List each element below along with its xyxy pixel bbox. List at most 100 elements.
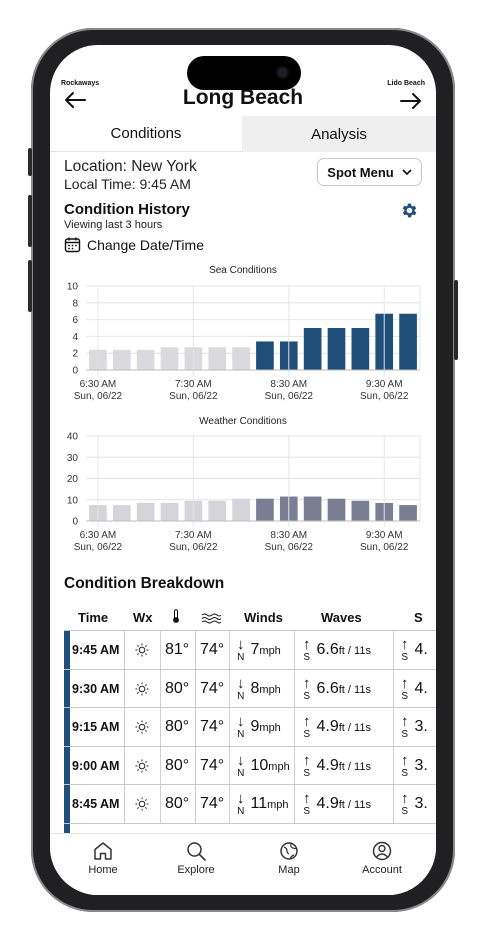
local-time-label: Local Time: (64, 176, 136, 192)
table-row[interactable]: 9:00 AM 80° 74° ↓ N 10mph ↑ S 4.9ft / 11s ↑ S 3. (64, 745, 436, 785)
weather-chart-title: Weather Conditions (199, 416, 287, 427)
y-tick-label: 30 (67, 453, 79, 464)
row-air-temp: 80° (165, 795, 190, 812)
nav-account[interactable]: Account (347, 840, 417, 876)
table-row[interactable]: 8:45 AM 80° 74° ↓ N 11mph ↑ S 4.9ft / 11s ↑ S 3. (64, 784, 436, 823)
row-swell-value: 3. (414, 756, 428, 774)
phone-volume-down-button (28, 260, 32, 312)
nav-home[interactable]: Home (68, 840, 138, 876)
row-water-temp: 74° (200, 641, 225, 658)
row-wave: ↑ S 4.9ft / 11s (303, 708, 371, 746)
wave-arrow-up-icon: ↑ (303, 674, 311, 692)
col-divider (294, 708, 295, 746)
chart-bar (351, 500, 370, 521)
row-air-temp: 81° (165, 641, 190, 658)
col-divider (160, 708, 161, 746)
col-divider (160, 631, 161, 669)
local-time-value: 9:45 AM (139, 176, 191, 192)
row-wind-unit: mph (259, 683, 281, 696)
chart-bar (136, 349, 155, 370)
nav-account-label: Account (362, 864, 402, 876)
change-date-time-label: Change Date/Time (87, 236, 204, 253)
y-tick-label: 8 (72, 298, 78, 309)
col-winds-header: Winds (244, 610, 283, 625)
row-wave-dir: S (303, 690, 311, 702)
x-tick-date: Sun, 06/22 (265, 391, 314, 402)
row-swell-value: 4. (414, 679, 428, 697)
wind-arrow-down-icon: ↓ (237, 674, 245, 692)
nav-map-label: Map (278, 864, 300, 876)
chart-bar (399, 313, 417, 370)
row-swell-dir: S (401, 729, 409, 740)
row-wave-unit: ft / 11s (338, 683, 371, 696)
change-date-time-button[interactable]: Change Date/Time (64, 236, 204, 253)
row-wave-height: 4.9 (316, 795, 339, 812)
swell-arrow-up-icon: ↑ (401, 751, 409, 769)
row-water-temp: 74° (200, 718, 225, 735)
row-wind: ↓ N 11mph (237, 785, 289, 823)
table-row[interactable]: 9:15 AM 80° 74° ↓ N 9mph ↑ S 4.9ft / 11s ↑ S 3. (64, 707, 436, 746)
chart-bar (256, 341, 274, 370)
col-divider (124, 669, 125, 708)
y-tick-label: 6 (72, 315, 78, 326)
col-divider (195, 708, 196, 746)
nav-map[interactable]: Map (254, 840, 324, 876)
chart-bar (399, 505, 417, 521)
y-tick-label: 4 (72, 332, 78, 343)
search-icon (187, 842, 206, 861)
phone-power-button (454, 280, 458, 360)
col-divider (160, 785, 161, 823)
chart-bar (303, 496, 322, 521)
swell-arrow-up-icon: ↑ (401, 790, 409, 807)
swell-arrow-up-icon: ↑ (401, 674, 409, 692)
settings-gear-icon[interactable] (400, 201, 419, 225)
x-tick-label: 9:30 AM (366, 379, 403, 390)
row-wave-dir: S (303, 806, 311, 817)
table-row[interactable]: 9:45 AM 81° 74° ↓ N 7mph ↑ S 6.6ft / 11s ↑ S 4. (64, 630, 436, 669)
x-tick-label: 7:30 AM (175, 379, 212, 390)
y-tick-label: 40 (67, 432, 79, 443)
wave-arrow-up-icon: ↑ (303, 636, 311, 653)
row-air-temp: 80° (165, 679, 190, 697)
nav-explore[interactable]: Explore (161, 840, 231, 876)
map-icon (280, 842, 298, 860)
row-swell: ↑ S 3. (401, 708, 428, 746)
chart-bar (232, 347, 250, 370)
row-swell-dir: S (401, 806, 409, 817)
col-divider (229, 785, 230, 823)
row-wave: ↑ S 6.6ft / 11s (303, 631, 371, 669)
col-divider (393, 631, 394, 669)
chart-bar (256, 498, 274, 521)
tab-conditions[interactable]: Conditions (50, 116, 242, 152)
table-row[interactable]: 9:30 AM 80° 74° ↓ N 8mph ↑ S 6.6ft / 11s ↑ S 4. (64, 668, 436, 708)
y-tick-label: 20 (67, 474, 79, 485)
phone-action-button (28, 148, 32, 176)
x-tick-label: 6:30 AM (80, 379, 117, 390)
col-divider (393, 669, 394, 708)
wind-arrow-down-icon: ↓ (237, 790, 245, 807)
wave-arrow-up-icon: ↑ (303, 790, 311, 807)
row-swell-dir: S (401, 652, 409, 663)
sun-icon (135, 708, 149, 746)
row-air-temp: 80° (165, 756, 190, 774)
col-divider (195, 669, 196, 708)
row-wave-unit: ft / 11s (338, 722, 371, 734)
tab-analysis[interactable]: Analysis (242, 116, 436, 152)
col-divider (393, 785, 394, 823)
spot-menu-button[interactable]: Spot Menu (317, 158, 422, 186)
row-swell: ↑ S 4. (401, 631, 428, 669)
row-swell: ↑ S 3. (401, 747, 428, 785)
x-tick-date: Sun, 06/22 (169, 542, 218, 553)
col-divider (294, 785, 295, 823)
col-time-header: Time (78, 610, 109, 625)
chart-bar (208, 500, 227, 521)
chart-bar (303, 328, 322, 370)
col-wx-header: Wx (133, 610, 153, 625)
y-tick-label: 0 (72, 366, 78, 377)
row-wind-unit: mph (268, 760, 290, 773)
history-subtitle: Viewing last 3 hours (64, 219, 163, 231)
sea-conditions-chart: 02468106:30 AMSun, 06/227:30 AMSun, 06/2… (67, 282, 421, 402)
chart-bar (208, 347, 227, 370)
nav-home-label: Home (88, 864, 118, 876)
sun-icon (135, 785, 149, 823)
